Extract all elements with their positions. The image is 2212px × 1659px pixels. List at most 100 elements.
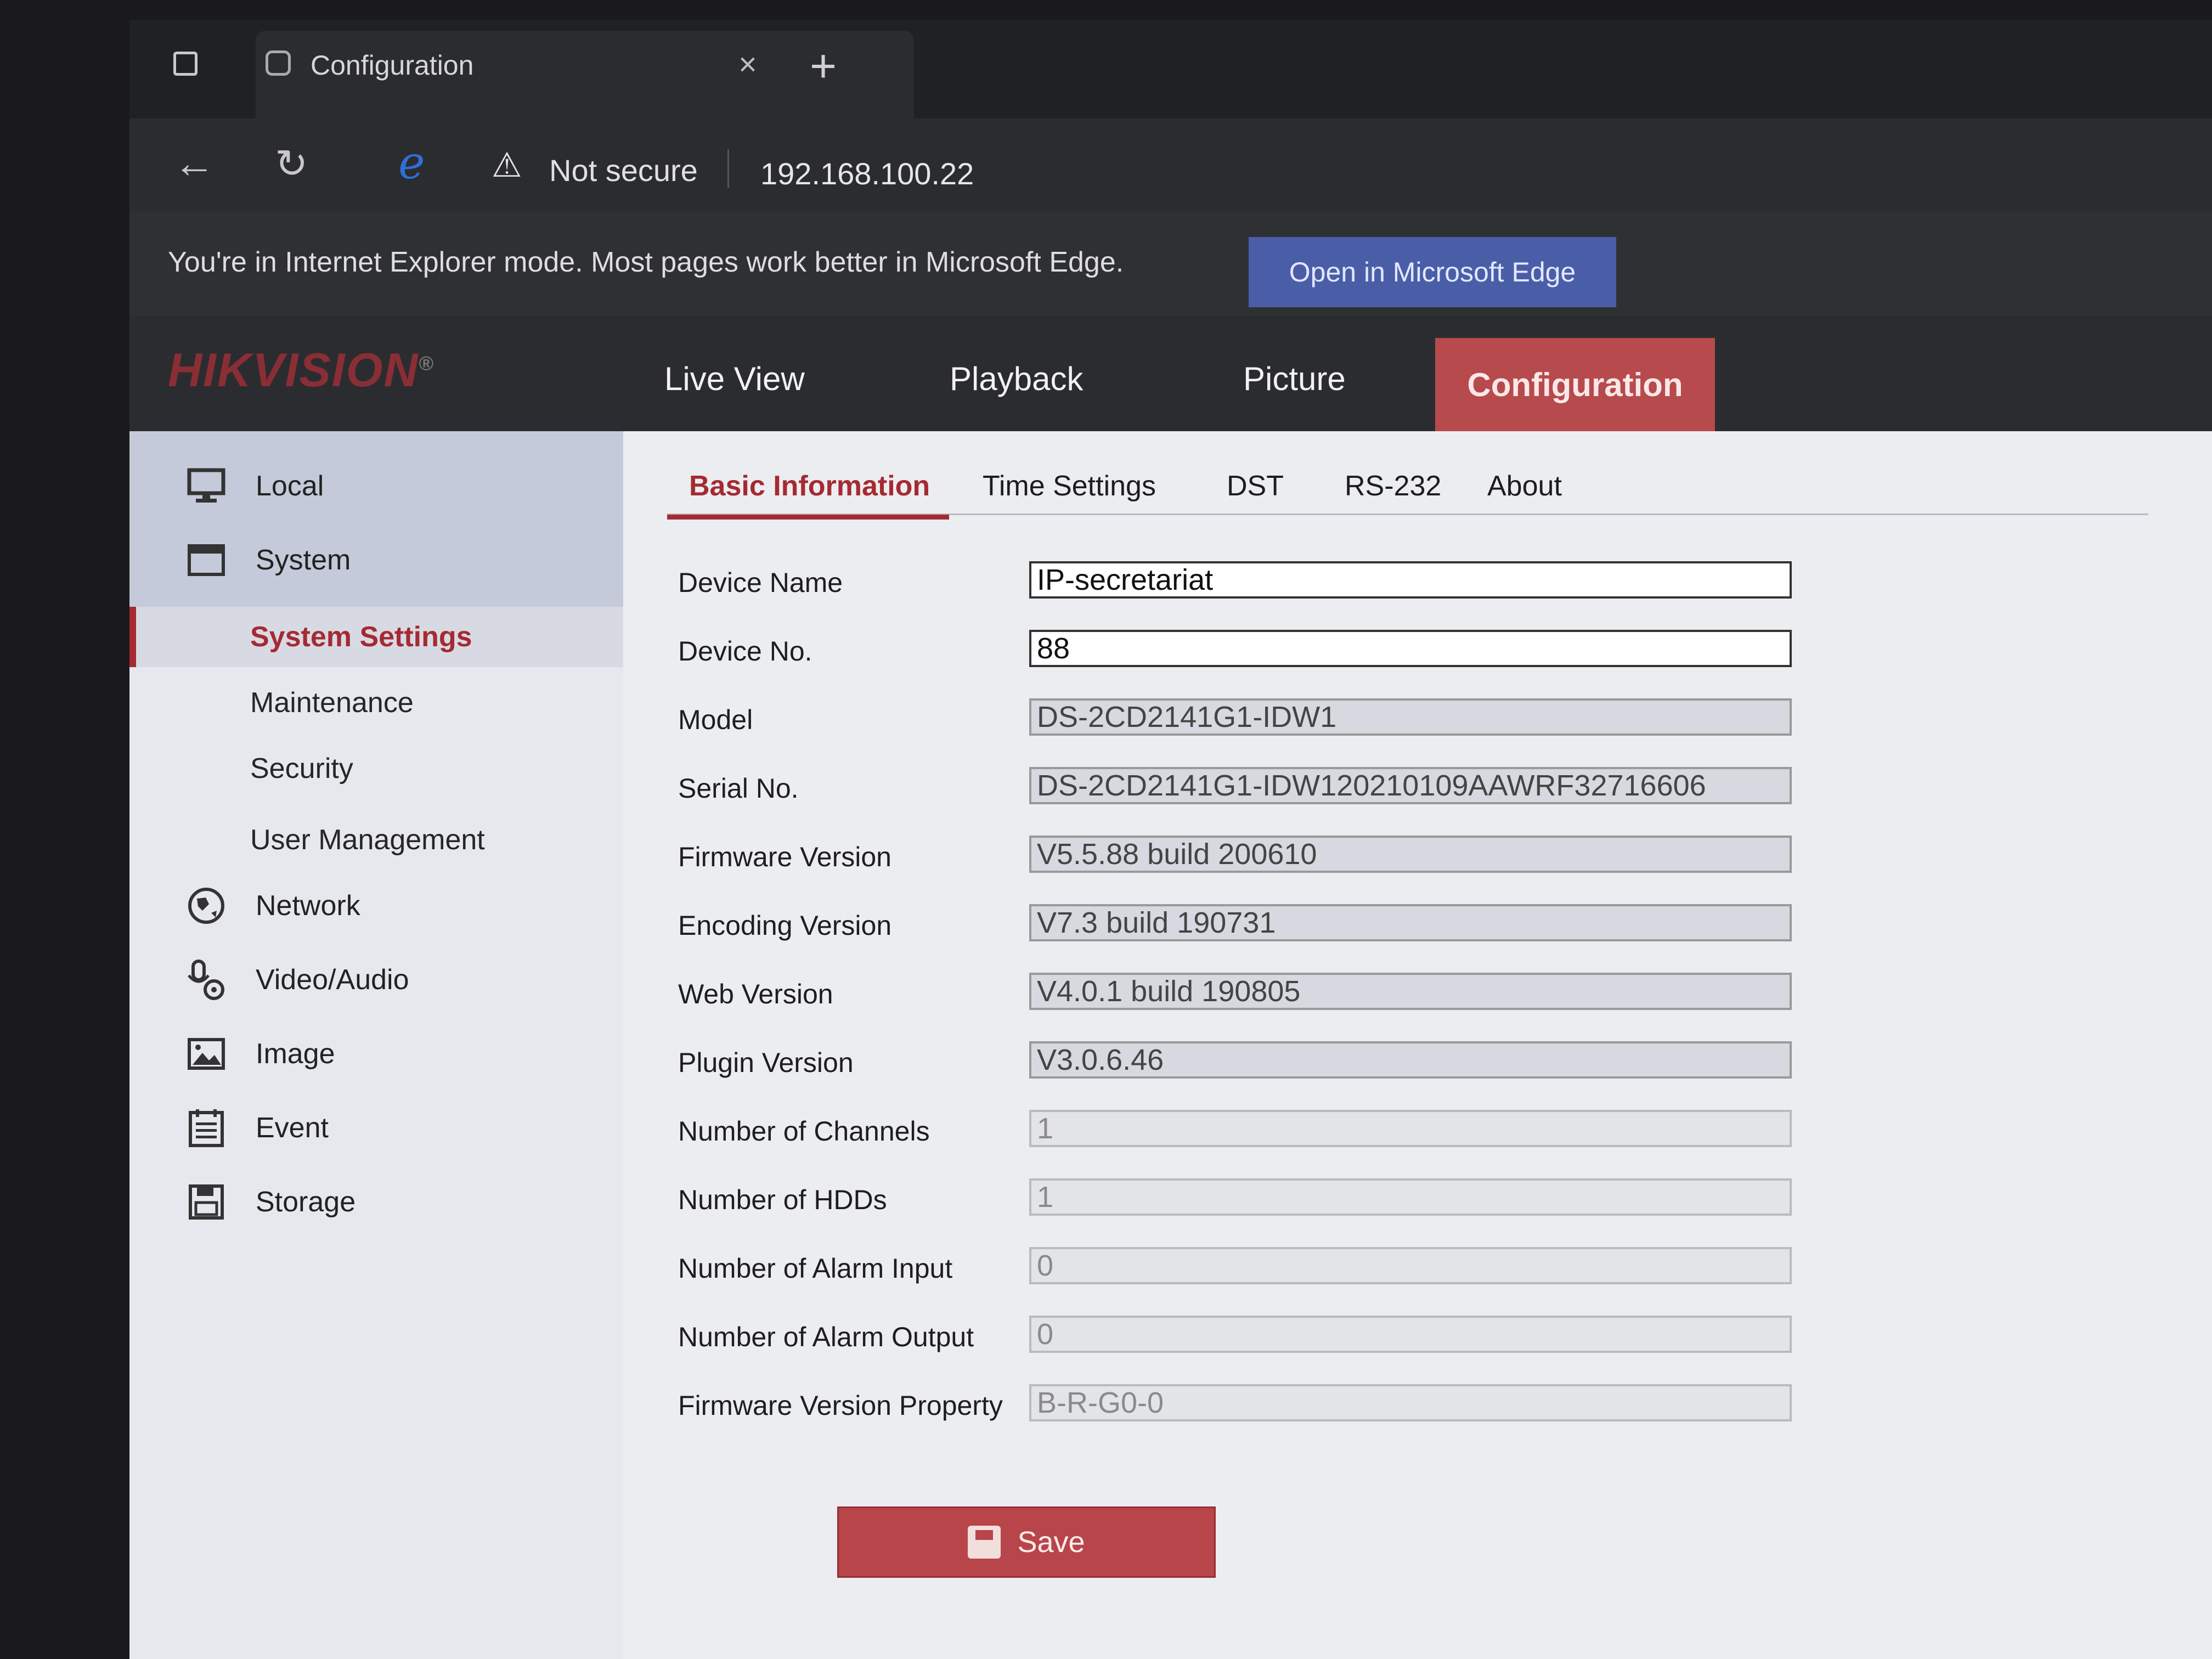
plugin-version-value: V3.0.6.46 xyxy=(1029,1041,1792,1079)
field-label: Encoding Version xyxy=(678,910,892,941)
sidebar-item-system[interactable]: System xyxy=(129,527,623,593)
field-web-version: Web Version V4.0.1 build 190805 xyxy=(678,966,1940,1026)
registered-mark: ® xyxy=(419,352,435,375)
image-icon xyxy=(184,1032,228,1076)
sidebar-item-event[interactable]: Event xyxy=(129,1095,623,1161)
web-version-value: V4.0.1 build 190805 xyxy=(1029,973,1792,1010)
field-label: Firmware Version xyxy=(678,842,891,872)
tab-about[interactable]: About xyxy=(1487,470,1562,503)
reload-icon[interactable]: ↻ xyxy=(275,140,308,187)
address-bar: ← ↻ e ⚠ Not secure 192.168.100.22 xyxy=(129,119,2212,212)
close-tab-icon[interactable]: × xyxy=(738,46,757,83)
sidebar-item-label: Image xyxy=(256,1038,335,1070)
field-label: Device No. xyxy=(678,636,812,667)
firmware-version-property-value: B-R-G0-0 xyxy=(1029,1384,1792,1421)
sidebar-item-maintenance[interactable]: Maintenance xyxy=(129,673,623,733)
nav-playback[interactable]: Playback xyxy=(950,360,1083,398)
logo-text: HIKVISION xyxy=(168,344,419,397)
main-content: Basic Information Time Settings DST RS-2… xyxy=(623,431,2212,1659)
field-label: Number of HDDs xyxy=(678,1184,887,1215)
ie-mode-message: You're in Internet Explorer mode. Most p… xyxy=(168,246,1124,278)
browser-window: Configuration × + ← ↻ e ⚠ Not secure 192… xyxy=(129,20,2212,1659)
calendar-list-icon xyxy=(184,1106,228,1150)
field-number-of-alarm-input: Number of Alarm Input 0 xyxy=(678,1240,1940,1301)
nav-configuration[interactable]: Configuration xyxy=(1435,338,1715,431)
tab-dst[interactable]: DST xyxy=(1227,470,1284,503)
sidebar-item-user-management[interactable]: User Management xyxy=(129,810,623,870)
sidebar-item-label: Maintenance xyxy=(250,687,414,719)
sidebar-item-label: System xyxy=(256,544,351,576)
tab-bar: Configuration × + xyxy=(129,20,2212,119)
sidebar-item-label: System Settings xyxy=(250,621,472,653)
sidebar-item-label: User Management xyxy=(250,824,485,856)
sidebar-item-network[interactable]: Network xyxy=(129,873,623,939)
field-serial-no: Serial No. DS-2CD2141G1-IDW120210109AAWR… xyxy=(678,760,1940,821)
number-of-alarm-input-value: 0 xyxy=(1029,1247,1792,1284)
field-label: Model xyxy=(678,704,753,735)
field-label: Number of Alarm Output xyxy=(678,1322,974,1352)
tab-rs232[interactable]: RS-232 xyxy=(1345,470,1441,503)
floppy-disk-icon xyxy=(184,1180,228,1224)
tab-basic-information[interactable]: Basic Information xyxy=(667,470,950,520)
security-status[interactable]: Not secure xyxy=(549,153,698,188)
ie-mode-icon[interactable]: e xyxy=(398,137,425,189)
url-input[interactable]: 192.168.100.22 xyxy=(760,156,974,191)
tab-time-settings[interactable]: Time Settings xyxy=(983,470,1156,503)
sidebar-item-local[interactable]: Local xyxy=(129,453,623,519)
sidebar-item-video-audio[interactable]: Video/Audio xyxy=(129,947,623,1013)
tab-title: Configuration xyxy=(311,50,474,81)
field-device-name: Device Name IP-secretariat xyxy=(678,555,1940,615)
save-label: Save xyxy=(1017,1526,1085,1559)
field-label: Web Version xyxy=(678,979,833,1009)
sidebar-item-security[interactable]: Security xyxy=(129,738,623,799)
page-favicon-icon xyxy=(266,50,291,76)
tab-actions-icon[interactable] xyxy=(173,52,198,76)
ie-mode-banner: You're in Internet Explorer mode. Most p… xyxy=(129,212,2212,316)
device-name-input[interactable]: IP-secretariat xyxy=(1029,561,1792,599)
sidebar: Local System System Settings Maintenance… xyxy=(129,431,623,1659)
field-label: Firmware Version Property xyxy=(678,1390,1003,1421)
system-window-icon xyxy=(184,538,228,582)
warning-icon[interactable]: ⚠ xyxy=(492,145,522,185)
nav-picture[interactable]: Picture xyxy=(1243,360,1346,398)
sidebar-item-label: Network xyxy=(256,890,360,922)
field-label: Device Name xyxy=(678,567,843,598)
open-in-edge-button[interactable]: Open in Microsoft Edge xyxy=(1249,237,1616,307)
back-arrow-icon[interactable]: ← xyxy=(173,139,215,187)
sidebar-item-label: Event xyxy=(256,1112,329,1144)
sidebar-item-storage[interactable]: Storage xyxy=(129,1169,623,1235)
field-label: Number of Alarm Input xyxy=(678,1253,953,1284)
sidebar-item-label: Security xyxy=(250,753,353,785)
encoding-version-value: V7.3 build 190731 xyxy=(1029,904,1792,941)
sidebar-item-image[interactable]: Image xyxy=(129,1021,623,1087)
firmware-version-value: V5.5.88 build 200610 xyxy=(1029,836,1792,873)
divider xyxy=(727,149,729,188)
field-label: Serial No. xyxy=(678,773,799,804)
new-tab-button[interactable]: + xyxy=(810,40,837,93)
field-model: Model DS-2CD2141G1-IDW1 xyxy=(678,692,1940,752)
save-icon xyxy=(968,1526,1001,1559)
field-firmware-version-property: Firmware Version Property B-R-G0-0 xyxy=(678,1378,1940,1438)
sidebar-item-system-settings[interactable]: System Settings xyxy=(129,607,623,667)
video-audio-icon xyxy=(184,958,228,1002)
hikvision-logo: HIKVISION® xyxy=(168,343,435,398)
sidebar-item-label: Local xyxy=(256,470,324,502)
save-button[interactable]: Save xyxy=(837,1506,1216,1578)
monitor-icon xyxy=(184,464,228,508)
field-plugin-version: Plugin Version V3.0.6.46 xyxy=(678,1035,1940,1095)
field-number-of-alarm-output: Number of Alarm Output 0 xyxy=(678,1309,1940,1369)
app-header: HIKVISION® Live View Playback Picture Co… xyxy=(129,316,2212,431)
sidebar-item-label: Storage xyxy=(256,1186,356,1218)
number-of-hdds-value: 1 xyxy=(1029,1178,1792,1216)
device-no-input[interactable]: 88 xyxy=(1029,630,1792,667)
config-tabs: Basic Information Time Settings DST RS-2… xyxy=(667,453,2148,520)
number-of-alarm-output-value: 0 xyxy=(1029,1316,1792,1353)
sidebar-item-label: Video/Audio xyxy=(256,964,409,996)
nav-live-view[interactable]: Live View xyxy=(664,360,805,398)
model-value: DS-2CD2141G1-IDW1 xyxy=(1029,698,1792,736)
field-firmware-version: Firmware Version V5.5.88 build 200610 xyxy=(678,829,1940,889)
number-of-channels-value: 1 xyxy=(1029,1110,1792,1147)
field-number-of-hdds: Number of HDDs 1 xyxy=(678,1172,1940,1232)
field-encoding-version: Encoding Version V7.3 build 190731 xyxy=(678,898,1940,958)
field-label: Number of Channels xyxy=(678,1116,930,1147)
